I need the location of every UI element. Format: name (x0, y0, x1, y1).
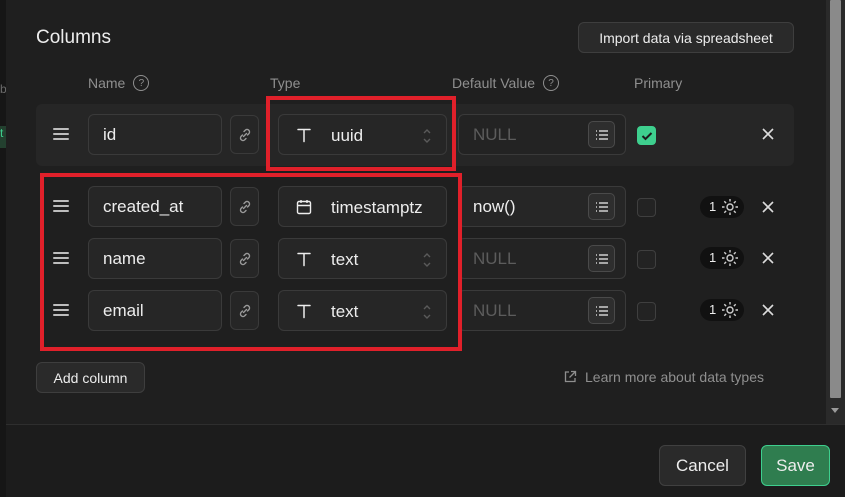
section-title: Columns (36, 27, 111, 48)
checkmark-icon (641, 131, 652, 140)
column-name-input[interactable]: id (88, 114, 222, 155)
gear-icon (722, 199, 738, 215)
header-default-label: Default Value (452, 75, 536, 91)
annotation-highlight-box (40, 173, 462, 351)
table-editor-page: b t Columns Import data via spreadsheet … (0, 0, 845, 497)
cancel-button[interactable]: Cancel (659, 445, 746, 486)
annotation-highlight-box (266, 96, 456, 171)
list-icon (595, 201, 608, 212)
help-icon[interactable]: ? (133, 75, 150, 91)
drag-handle-icon[interactable] (53, 128, 69, 140)
list-icon (595, 129, 608, 140)
column-settings-button[interactable]: 1 (700, 299, 744, 321)
default-value-suggestions-button[interactable] (588, 121, 615, 148)
header-name-label: Name (88, 75, 126, 91)
help-icon[interactable]: ? (543, 75, 560, 91)
remove-column-icon[interactable] (761, 200, 775, 214)
list-icon (595, 305, 608, 316)
header-type: Type (270, 75, 300, 91)
settings-count-badge: 1 (709, 250, 717, 265)
default-value-suggestions-button[interactable] (588, 297, 615, 324)
primary-key-checkbox[interactable] (637, 198, 656, 217)
remove-column-icon[interactable] (761, 127, 775, 141)
gear-icon (722, 302, 738, 318)
scrollbar-thumb[interactable] (830, 0, 841, 398)
remove-column-icon[interactable] (761, 303, 775, 317)
header-primary: Primary (634, 75, 682, 91)
link-icon (239, 128, 250, 141)
primary-key-checkbox[interactable] (637, 302, 656, 321)
scrollbar[interactable] (826, 0, 845, 424)
default-value-suggestions-button[interactable] (588, 245, 615, 272)
primary-key-checkbox[interactable] (637, 250, 656, 269)
learn-more-link[interactable]: Learn more about data types (563, 369, 764, 385)
add-column-button[interactable]: Add column (36, 362, 145, 393)
column-settings-button[interactable]: 1 (700, 247, 744, 269)
foreign-key-link-button[interactable] (230, 115, 259, 154)
list-icon (595, 253, 608, 264)
import-spreadsheet-button[interactable]: Import data via spreadsheet (578, 22, 794, 53)
scroll-down-arrow-icon[interactable] (831, 408, 839, 413)
column-settings-button[interactable]: 1 (700, 196, 744, 218)
settings-count-badge: 1 (709, 199, 717, 214)
header-name: Name ? (88, 75, 150, 91)
settings-count-badge: 1 (709, 302, 717, 317)
default-value-suggestions-button[interactable] (588, 193, 615, 220)
header-type-label: Type (270, 75, 301, 91)
remove-column-icon[interactable] (761, 251, 775, 265)
save-button[interactable]: Save (761, 445, 830, 486)
header-default-value: Default Value ? (452, 75, 560, 91)
primary-key-checkbox[interactable] (637, 126, 656, 145)
header-primary-label: Primary (634, 75, 683, 91)
external-link-icon (564, 370, 577, 383)
learn-more-label: Learn more about data types (585, 369, 765, 385)
gear-icon (722, 250, 738, 266)
